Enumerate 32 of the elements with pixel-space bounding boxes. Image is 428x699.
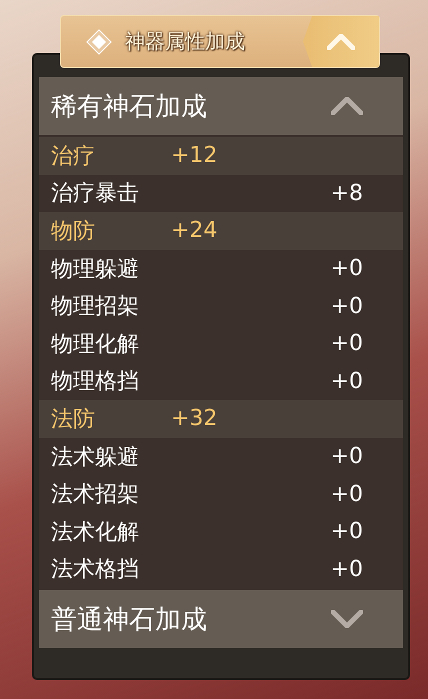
group-total: +24 — [171, 218, 218, 244]
stat-name: 物理化解 — [51, 330, 140, 359]
group-name: 物防 — [51, 218, 96, 246]
header-title: 神器属性加成 — [125, 28, 245, 55]
group-name: 法防 — [51, 406, 96, 434]
group-total: +12 — [171, 143, 218, 168]
stat-name: 物理招架 — [51, 293, 140, 322]
section-header[interactable]: 稀有神石加成 — [39, 77, 403, 135]
chevron-up-icon — [327, 34, 355, 50]
stat-name: 物理躲避 — [51, 256, 140, 284]
stat-name: 法术格挡 — [51, 556, 140, 584]
section-header[interactable]: 普通神石加成 — [39, 590, 403, 648]
stat-value: +0 — [330, 482, 363, 507]
stat-value: +0 — [330, 331, 363, 356]
stat-value: +0 — [330, 556, 363, 582]
section-title: 普通神石加成 — [51, 604, 207, 636]
chevron-up-icon — [331, 97, 363, 115]
stat-value: +0 — [330, 294, 363, 319]
chevron-down-icon — [331, 610, 363, 628]
stat-value: +0 — [330, 256, 363, 282]
group-total: +32 — [171, 406, 218, 432]
stat-value: +8 — [330, 180, 363, 206]
stat-name: 法术躲避 — [51, 444, 140, 472]
stat-name: 物理格挡 — [51, 368, 140, 396]
group-name: 治疗 — [51, 142, 96, 171]
stat-value: +0 — [330, 368, 363, 394]
section-title: 稀有神石加成 — [51, 90, 207, 124]
stat-name: 治疗暴击 — [51, 180, 140, 208]
stat-name: 法术化解 — [51, 518, 140, 547]
stat-name: 法术招架 — [51, 481, 140, 510]
stat-value: +0 — [330, 444, 363, 470]
stat-value: +0 — [330, 519, 363, 544]
